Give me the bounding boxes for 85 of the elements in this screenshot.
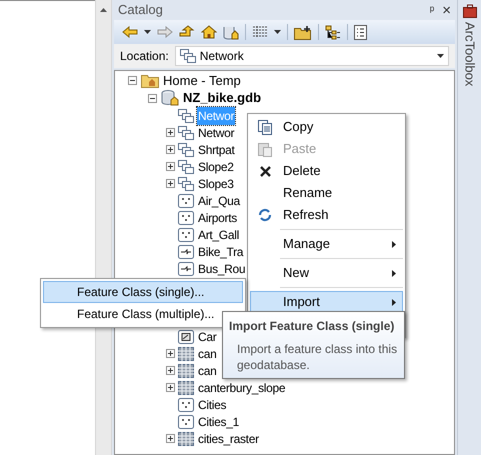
submenu-arrow-icon [392, 298, 396, 306]
point-layer-icon [178, 414, 194, 428]
tree-item[interactable]: Shrtpat [197, 140, 236, 158]
scroll-up-icon[interactable] [100, 8, 107, 12]
network-dataset-icon [178, 126, 194, 140]
copy-icon [258, 120, 272, 134]
tree-item[interactable]: Slope2 [197, 158, 235, 176]
side-tab[interactable]: ArcToolbox [457, 0, 481, 455]
raster-layer-icon [178, 364, 194, 378]
paste-icon [258, 142, 272, 156]
tree-view-icon[interactable] [325, 24, 341, 40]
tree-item[interactable]: Airports [197, 208, 238, 226]
expand-icon[interactable] [166, 145, 175, 154]
point-layer-icon [178, 398, 194, 412]
raster-layer-icon [178, 380, 194, 394]
expand-icon[interactable] [166, 179, 175, 188]
network-dataset-icon [180, 49, 196, 63]
tree-item[interactable]: can [197, 344, 218, 362]
expand-icon[interactable] [166, 383, 175, 392]
side-tab-label: ArcToolbox [461, 22, 478, 86]
point-layer-icon [178, 194, 194, 208]
collapse-icon[interactable] [128, 76, 137, 85]
list-view-icon[interactable] [252, 25, 268, 39]
expand-icon[interactable] [166, 128, 175, 137]
back-arrow-icon[interactable] [122, 26, 138, 38]
home-folder-icon [141, 73, 159, 88]
tree-item[interactable]: Bus_Rou [197, 260, 246, 278]
tree-item[interactable]: Cities [197, 396, 228, 414]
raster-layer-icon [178, 432, 194, 446]
geodatabase-icon [161, 90, 179, 106]
line-layer-icon [178, 244, 194, 258]
menu-item[interactable]: Import [250, 291, 403, 313]
menu-item[interactable]: Copy [250, 116, 403, 138]
submenu-arrow-icon [392, 240, 396, 248]
submenu-arrow-icon [392, 270, 396, 276]
options-list-icon[interactable] [354, 24, 367, 40]
network-dataset-icon [178, 160, 194, 174]
tooltip-title: Import Feature Class (single) [229, 318, 396, 335]
pin-button[interactable]: ᵖ [430, 1, 434, 19]
tooltip-text: Import a feature class into this geodatabase. [236, 341, 398, 373]
menu-item[interactable]: Delete [250, 160, 403, 182]
tree-item[interactable]: Networ [197, 124, 236, 142]
tree-item[interactable]: Art_Gall [197, 226, 240, 244]
network-dataset-icon [178, 176, 194, 190]
collapse-icon[interactable] [148, 94, 157, 102]
panel-title: Catalog [118, 1, 163, 20]
expand-icon[interactable] [166, 349, 175, 358]
tree-item[interactable]: can [197, 362, 218, 380]
tree-item[interactable]: Car [197, 328, 218, 346]
tree-item[interactable]: Slope3 [197, 174, 235, 192]
menu-item[interactable]: New [250, 262, 403, 284]
toolbox-icon [462, 4, 476, 18]
point-layer-icon [178, 210, 194, 224]
home-icon[interactable] [201, 25, 217, 39]
dropdown-caret-icon [144, 30, 151, 34]
location-field[interactable]: Network [174, 46, 449, 66]
tree-item[interactable]: Air_Qua [197, 192, 241, 210]
connect-folder-icon[interactable] [294, 24, 312, 40]
expand-icon[interactable] [166, 366, 175, 375]
delete-icon [260, 166, 270, 176]
tree-item[interactable]: canterbury_slope [197, 378, 286, 396]
expand-icon[interactable] [166, 434, 175, 443]
database-home-icon[interactable] [223, 24, 239, 40]
tree-item[interactable]: Bike_Tra [197, 242, 244, 260]
raster-layer-icon [178, 346, 194, 360]
point-layer-icon [178, 228, 194, 242]
refresh-icon [258, 208, 272, 222]
submenu-item[interactable]: Feature Class (single)... [43, 281, 243, 303]
network-dataset-icon [178, 142, 194, 156]
expand-icon[interactable] [166, 162, 175, 171]
location-label: Location: [120, 48, 169, 65]
menu-item[interactable]: Manage [250, 233, 403, 255]
tree-item[interactable]: NZ_bike.gdb [183, 88, 262, 108]
menu-item[interactable]: Rename [250, 182, 403, 204]
tree-item[interactable]: Cities_1 [197, 412, 240, 430]
close-button[interactable]: × [442, 2, 451, 18]
network-dataset-icon [178, 108, 194, 122]
up-folder-icon[interactable] [179, 25, 195, 39]
line-layer-icon [178, 262, 194, 276]
dropdown-arrow-icon [437, 54, 444, 58]
menu-item[interactable]: Refresh [250, 204, 403, 226]
tree-item[interactable]: Home - Temp [163, 71, 241, 90]
tree-item[interactable]: cities_raster [197, 430, 260, 448]
polygon-layer-icon [178, 330, 194, 344]
dropdown-caret-icon [274, 30, 281, 34]
